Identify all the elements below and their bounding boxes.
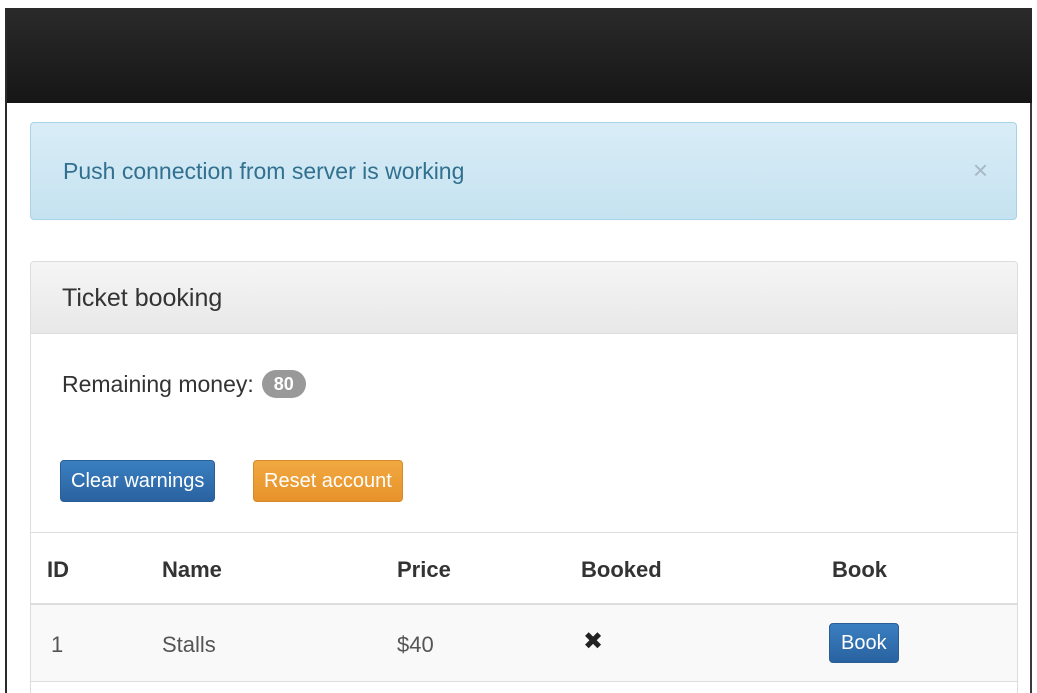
clear-warnings-button[interactable]: Clear warnings bbox=[60, 460, 216, 502]
table-row-border bbox=[31, 681, 1017, 682]
close-icon[interactable]: × bbox=[973, 157, 988, 183]
panel-heading: Ticket booking bbox=[31, 262, 1017, 334]
page: Push connection from server is working ×… bbox=[0, 0, 1037, 693]
column-header-book: Book bbox=[832, 557, 887, 582]
window-border-left bbox=[5, 8, 7, 693]
cell-price: $40 bbox=[397, 632, 434, 657]
info-alert: Push connection from server is working × bbox=[30, 122, 1017, 220]
alert-message: Push connection from server is working bbox=[63, 158, 465, 184]
column-header-booked: Booked bbox=[581, 557, 662, 582]
cell-name: Stalls bbox=[162, 632, 216, 657]
cell-id: 1 bbox=[51, 632, 64, 657]
cross-icon: ✖ bbox=[583, 628, 604, 655]
book-button[interactable]: Book bbox=[829, 623, 899, 663]
column-header-price: Price bbox=[397, 557, 451, 582]
remaining-money-badge: 80 bbox=[261, 370, 306, 398]
column-header-id: ID bbox=[47, 557, 69, 582]
remaining-money: Remaining money: 80 bbox=[62, 370, 306, 398]
navbar bbox=[7, 8, 1032, 103]
remaining-money-label: Remaining money: bbox=[62, 370, 254, 397]
ticket-booking-panel: Ticket booking Remaining money: 80 Clear… bbox=[30, 261, 1018, 693]
column-header-name: Name bbox=[162, 557, 222, 582]
table-top-border bbox=[31, 532, 1017, 533]
reset-account-button[interactable]: Reset account bbox=[253, 460, 403, 502]
window-border-right bbox=[1030, 103, 1032, 693]
panel-title: Ticket booking bbox=[62, 284, 223, 312]
